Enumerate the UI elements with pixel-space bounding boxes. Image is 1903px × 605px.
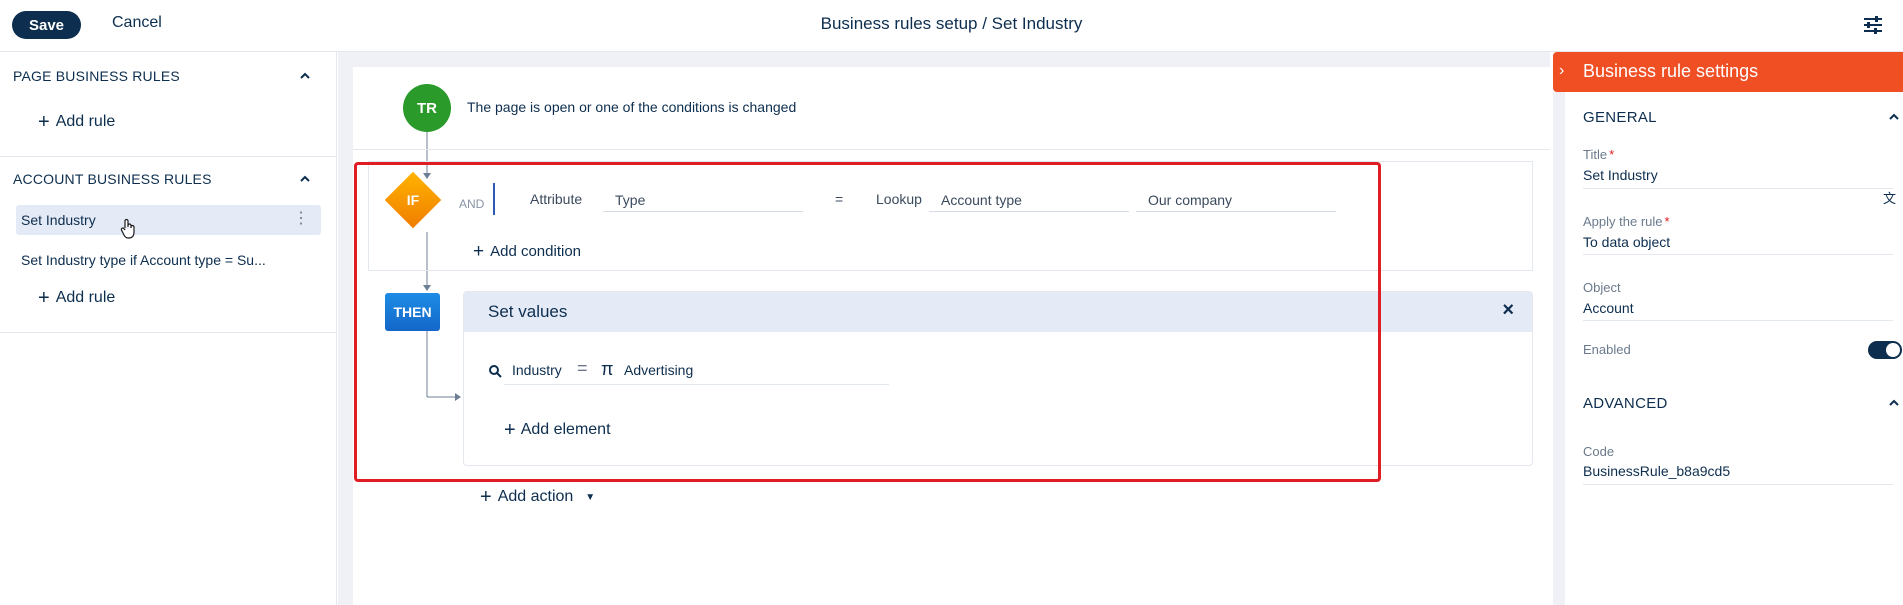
highlight-box [354,162,1381,482]
settings-sliders-icon[interactable] [1862,14,1884,36]
settings-title: Business rule settings [1583,61,1759,81]
caret-down-icon: ▼ [585,491,596,503]
general-section-heading: GENERAL [1583,109,1657,126]
account-rules-heading: ACCOUNT BUSINESS RULES [13,171,212,187]
apply-rule-field[interactable]: To data object [1583,234,1670,250]
chevron-up-icon[interactable] [1887,110,1901,124]
title-field-label: Title * [1583,147,1615,162]
chevron-up-icon[interactable] [298,69,312,83]
more-options-icon[interactable]: ⋮ [293,211,309,227]
chevron-right-icon[interactable]: › [1559,62,1564,80]
divider [1583,188,1893,189]
code-field-label: Code [1583,444,1615,459]
plus-icon: + [480,486,492,508]
add-action-button[interactable]: + Add action ▼ [480,487,595,507]
trigger-description: The page is open or one of the condition… [467,99,797,115]
code-field[interactable]: BusinessRule_b8a9cd5 [1583,463,1730,479]
divider [1583,484,1893,485]
rule-item-label: Set Industry [21,212,96,228]
apply-rule-label: Apply the rule * [1583,214,1670,229]
add-rule-label: Add rule [55,113,116,130]
panel-edge [1553,92,1565,605]
plus-icon: + [38,287,50,309]
rule-item-set-industry[interactable]: Set Industry ⋮ [16,205,321,235]
plus-icon: + [38,111,50,133]
object-field-label: Object [1583,280,1621,295]
divider [0,332,337,333]
enabled-label: Enabled [1583,342,1631,357]
chevron-up-icon[interactable] [1887,396,1901,410]
add-rule-label: Add rule [55,289,116,306]
rule-item-set-industry-type[interactable]: Set Industry type if Account type = Su..… [16,245,321,275]
divider [0,156,337,157]
advanced-section-heading: ADVANCED [1583,395,1668,412]
add-account-rule-button[interactable]: + Add rule [38,288,115,308]
trigger-badge: TR [403,84,451,132]
divider [353,149,1550,150]
close-icon[interactable]: × [1502,300,1514,320]
hand-cursor-icon [120,218,135,239]
page-title: Business rules setup / Set Industry [820,14,1083,33]
divider [1583,320,1893,321]
rule-item-label: Set Industry type if Account type = Su..… [21,252,266,268]
top-toolbar: Save Cancel Business rules setup / Set I… [0,0,1903,52]
translate-icon[interactable]: 文 [1883,188,1896,207]
chevron-up-icon[interactable] [298,172,312,186]
title-field[interactable]: Set Industry [1583,167,1658,183]
divider [1583,254,1893,255]
settings-header: › Business rule settings [1553,52,1903,92]
toggle-knob [1886,343,1900,357]
object-field[interactable]: Account [1583,300,1634,316]
add-page-rule-button[interactable]: + Add rule [38,112,115,132]
page-rules-heading: PAGE BUSINESS RULES [13,68,180,84]
rule-settings-panel: › Business rule settings GENERAL Title * … [1553,52,1903,605]
enabled-toggle[interactable] [1868,341,1902,359]
add-action-label: Add action [497,488,574,505]
rules-sidebar: PAGE BUSINESS RULES + Add rule ACCOUNT B… [0,52,337,605]
